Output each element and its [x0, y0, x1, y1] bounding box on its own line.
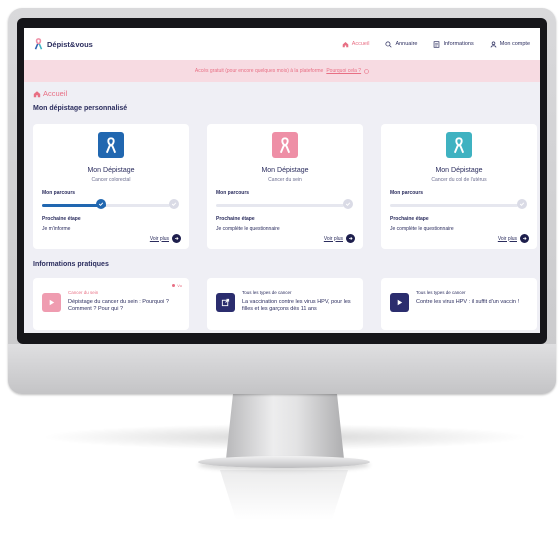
- breadcrumb[interactable]: Accueil: [33, 89, 67, 98]
- play-icon: [390, 293, 409, 312]
- progress-track: [216, 204, 344, 207]
- ribbon-icon: [446, 132, 472, 158]
- info-category: Tous les types de cancer: [416, 290, 466, 295]
- info-card[interactable]: Vu Cancer du sein Dépistage du cancer du…: [33, 278, 189, 330]
- info-card[interactable]: Tous les types de cancer Contre les viru…: [381, 278, 537, 330]
- next-step-value: Je complète le questionnaire: [390, 226, 454, 232]
- search-icon: [385, 40, 392, 48]
- card-subtitle: Cancer du sein: [268, 177, 302, 183]
- play-icon: [42, 293, 61, 312]
- nav-item-annuaire[interactable]: Annuaire: [385, 40, 418, 48]
- card-subtitle: Cancer colorectal: [91, 177, 131, 183]
- screening-card-sein[interactable]: Mon Dépistage Cancer du sein Mon parcour…: [207, 124, 363, 249]
- progress-label: Mon parcours: [216, 190, 250, 196]
- monitor-chin: [8, 344, 556, 394]
- progress-track: [42, 204, 170, 207]
- monitor-stand-base: [198, 456, 370, 468]
- external-link-icon: [216, 293, 235, 312]
- card-title: Mon Dépistage: [87, 167, 135, 174]
- nav-item-mon-compte[interactable]: Mon compte: [490, 40, 530, 48]
- card-subtitle: Cancer du col de l'utérus: [431, 177, 487, 183]
- nav-item-accueil[interactable]: Accueil: [342, 41, 370, 48]
- card-title: Mon Dépistage: [261, 167, 309, 174]
- info-title: Dépistage du cancer du sein : Pourquoi ?…: [68, 299, 169, 312]
- info-title: La vaccination contre les virus HPV, pou…: [242, 299, 351, 312]
- screening-card-col-uterus[interactable]: Mon Dépistage Cancer du col de l'utérus …: [381, 124, 537, 249]
- next-step-label: Prochaine étape: [390, 216, 429, 222]
- progress-label: Mon parcours: [390, 190, 424, 196]
- progress-step-done: [96, 199, 106, 209]
- next-step-label: Prochaine étape: [216, 216, 255, 222]
- screen: Dépist&vous Accueil Annuaire Information…: [24, 28, 540, 333]
- main-nav: Accueil Annuaire Informations Mon compte: [342, 40, 530, 48]
- progress-track: [390, 204, 518, 207]
- see-more-link[interactable]: Voir plus: [324, 234, 355, 243]
- nav-label: Accueil: [351, 41, 370, 47]
- progress-step-final: [517, 199, 527, 209]
- see-more-label: Voir plus: [149, 235, 169, 242]
- nav-item-informations[interactable]: Informations: [433, 40, 474, 48]
- info-title: Contre les virus HPV : il suffit d'un va…: [416, 299, 520, 305]
- seen-badge: Vu: [172, 283, 182, 288]
- see-more-label: Voir plus: [497, 235, 517, 242]
- info-category: Cancer du sein: [68, 290, 99, 295]
- app-logo[interactable]: Dépist&vous: [34, 38, 93, 50]
- ribbon-logo-icon: [34, 38, 43, 50]
- progress-label: Mon parcours: [42, 190, 76, 196]
- home-icon: [33, 90, 41, 97]
- info-category: Tous les types de cancer: [242, 290, 292, 295]
- info-banner: Accès gratuit (pour encore quelques mois…: [24, 60, 540, 82]
- document-icon: [434, 40, 440, 48]
- see-more-link[interactable]: Voir plus: [498, 234, 529, 243]
- info-section-title: Informations pratiques: [33, 261, 109, 268]
- info-card[interactable]: Tous les types de cancer La vaccination …: [207, 278, 363, 330]
- ribbon-icon: [98, 132, 124, 158]
- ribbon-icon: [272, 132, 298, 158]
- nav-label: Mon compte: [499, 41, 530, 47]
- card-title: Mon Dépistage: [435, 167, 483, 174]
- screening-card-colorectal[interactable]: Mon Dépistage Cancer colorectal Mon parc…: [33, 124, 189, 249]
- app-logo-text: Dépist&vous: [47, 39, 93, 49]
- next-step-value: Je m'informe: [42, 226, 71, 232]
- arrow-right-icon: [172, 234, 181, 243]
- monitor-stand-neck: [226, 393, 344, 459]
- info-icon: [364, 68, 369, 74]
- next-step-label: Prochaine étape: [42, 216, 81, 222]
- user-icon: [490, 40, 497, 48]
- arrow-right-icon: [520, 234, 529, 243]
- top-header: Dépist&vous Accueil Annuaire Information…: [24, 28, 540, 60]
- breadcrumb-label: Accueil: [43, 89, 68, 98]
- banner-link[interactable]: Pourquoi cela ?: [326, 68, 361, 74]
- nav-label: Informations: [443, 41, 474, 47]
- progress-step-final: [343, 199, 353, 209]
- arrow-right-icon: [346, 234, 355, 243]
- seen-badge-label: Vu: [177, 283, 182, 288]
- monitor: Dépist&vous Accueil Annuaire Information…: [8, 8, 556, 394]
- stand-reflection: [220, 470, 348, 520]
- see-more-link[interactable]: Voir plus: [150, 234, 181, 243]
- banner-text: Accès gratuit (pour encore quelques mois…: [194, 68, 324, 74]
- see-more-label: Voir plus: [323, 235, 343, 242]
- next-step-value: Je complète le questionnaire: [216, 226, 280, 232]
- home-icon: [342, 41, 349, 47]
- nav-label: Annuaire: [395, 41, 418, 47]
- screening-section-title: Mon dépistage personnalisé: [33, 105, 128, 112]
- progress-step-final: [169, 199, 179, 209]
